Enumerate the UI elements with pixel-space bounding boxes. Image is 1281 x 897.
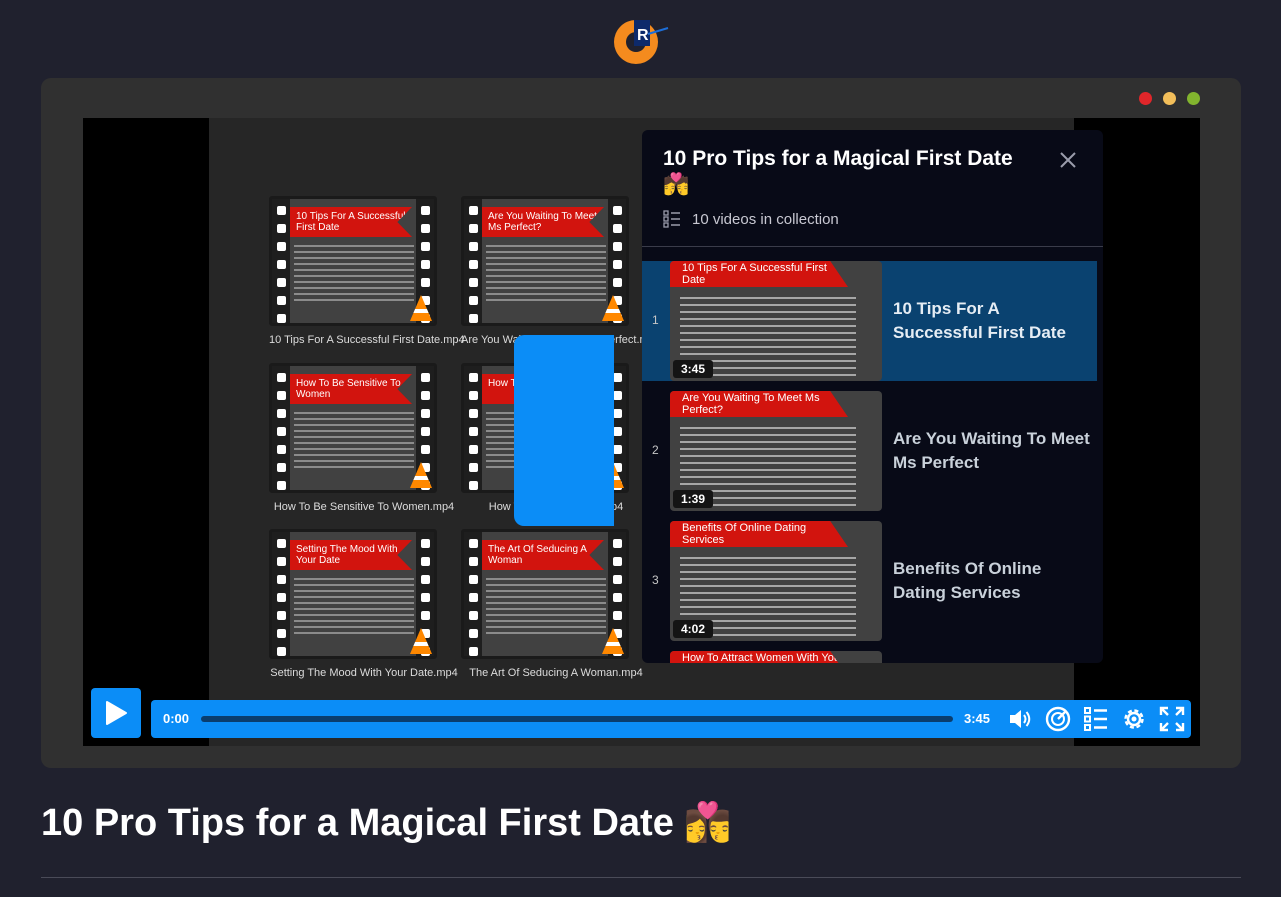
playlist-item-index: 1 — [652, 313, 659, 327]
playlist-item-duration: 4:02 — [673, 620, 714, 638]
window-minimize-dot[interactable] — [1163, 92, 1176, 105]
playlist-title: 10 Pro Tips for a Magical First Date 💏 — [663, 147, 1013, 196]
playlist-item-duration: 1:39 — [673, 490, 714, 508]
window-close-dot[interactable] — [1139, 92, 1152, 105]
playlist-item[interactable]: 4How To Attract Women With Your Body Lan… — [642, 651, 1097, 663]
play-button[interactable] — [91, 688, 141, 738]
file-name: 10 Tips For A Successful First Date.mp4 — [269, 334, 465, 346]
file-ribbon-title: How To Be Sensitive To Women — [290, 374, 412, 404]
playlist-item-thumbnail: Are You Waiting To Meet Ms Perfect? 1:39 — [670, 391, 882, 511]
play-icon — [106, 701, 127, 725]
file-ribbon-title: 10 Tips For A Successful First Date — [290, 207, 412, 237]
file-name: Setting The Mood With Your Date.mp4 — [270, 667, 458, 679]
playlist-panel: 10 Pro Tips for a Magical First Date 💏 1… — [642, 130, 1103, 663]
playlist-count: 10 videos in collection — [692, 211, 839, 228]
fullscreen-icon[interactable] — [1159, 706, 1185, 732]
file-name: How To Be Sensitive To Women.mp4 — [273, 501, 455, 513]
film-strip: How To Be Sensitive To Women — [269, 363, 437, 493]
thumbnail-title: Benefits Of Online Dating Services — [670, 521, 848, 547]
progress-bar[interactable] — [201, 716, 953, 722]
page-title: 10 Pro Tips for a Magical First Date 👩‍❤… — [41, 802, 732, 844]
file-name: The Art Of Seducing A Woman.mp4 — [469, 667, 643, 679]
playlist-item-index: 2 — [652, 443, 659, 457]
playlist-item-title: Benefits Of Online Dating Services — [893, 559, 1042, 602]
film-strip: The Art Of Seducing A Woman — [461, 529, 629, 659]
page-divider — [41, 877, 1241, 878]
current-time: 0:00 — [163, 711, 190, 726]
playlist-item-title: 10 Tips For A Successful First Date — [893, 299, 1066, 342]
file-ribbon-title: The Art Of Seducing A Woman — [482, 540, 604, 570]
playlist-divider — [642, 246, 1103, 247]
thumbnail-title: 10 Tips For A Successful First Date — [670, 261, 848, 287]
playlist-item-thumbnail: How To Attract Women With Your Body Lang… — [670, 651, 882, 663]
playlist-icon[interactable] — [1083, 706, 1109, 732]
window-maximize-dot[interactable] — [1187, 92, 1200, 105]
control-bar: 0:00 3:45 — [151, 700, 1191, 738]
brand-logo-icon: R — [614, 20, 669, 64]
playlist-item-thumbnail: 10 Tips For A Successful First Date 3:45 — [670, 261, 882, 381]
playlist-items: 1 10 Tips For A Successful First Date 3:45… — [642, 261, 1097, 663]
playlist-toggle-overlay[interactable] — [514, 335, 614, 526]
playlist-item[interactable]: 2 Are You Waiting To Meet Ms Perfect? 1:39… — [642, 391, 1097, 511]
thumbnail-title: How To Attract Women With Your Body Lang… — [670, 651, 848, 663]
video-player: 10 Tips For A Successful First Date 10 Ti… — [83, 118, 1200, 746]
duration-time: 3:45 — [964, 711, 991, 726]
volume-icon[interactable] — [1007, 706, 1033, 732]
file-ribbon-title: Setting The Mood With Your Date — [290, 540, 412, 570]
file-ribbon-title: Are You Waiting To Meet Ms Perfect? — [482, 207, 604, 237]
film-strip: Setting The Mood With Your Date — [269, 529, 437, 659]
playlist-item-title: Are You Waiting To Meet Ms Perfect — [893, 429, 1090, 472]
playlist-list-icon — [663, 210, 680, 228]
svg-text:R: R — [637, 27, 649, 44]
browser-window: 10 Tips For A Successful First Date 10 Ti… — [41, 78, 1241, 768]
playlist-item-index: 3 — [652, 573, 659, 587]
thumbnail-title: Are You Waiting To Meet Ms Perfect? — [670, 391, 848, 417]
film-strip: 10 Tips For A Successful First Date — [269, 196, 437, 326]
playlist-item-thumbnail: Benefits Of Online Dating Services 4:02 — [670, 521, 882, 641]
playlist-item[interactable]: 3 Benefits Of Online Dating Services 4:02 B… — [642, 521, 1097, 641]
playlist-item[interactable]: 1 10 Tips For A Successful First Date 3:45… — [642, 261, 1097, 381]
film-strip: Are You Waiting To Meet Ms Perfect? — [461, 196, 629, 326]
close-icon[interactable] — [1058, 150, 1078, 170]
settings-icon[interactable] — [1121, 706, 1147, 732]
speed-icon[interactable] — [1045, 706, 1071, 732]
playlist-item-duration: 3:45 — [673, 360, 714, 378]
